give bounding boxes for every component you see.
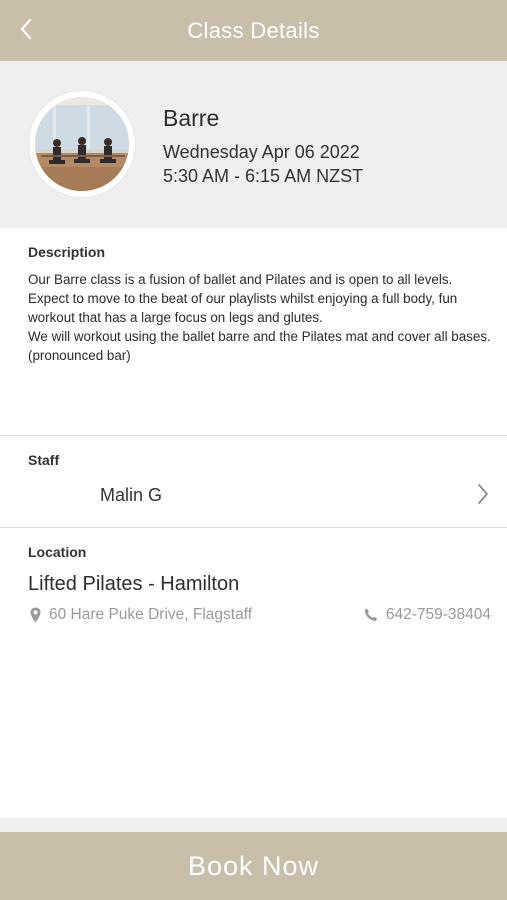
app-header: Class Details [0, 0, 507, 61]
location-address[interactable]: 60 Hare Puke Drive, Flagstaff [30, 606, 252, 624]
staff-row[interactable]: Malin G [0, 474, 507, 520]
map-pin-icon [30, 607, 41, 623]
chevron-left-icon [20, 18, 32, 40]
phone-text: 642-759-38404 [385, 606, 491, 623]
description-text: Our Barre class is a fusion of ballet an… [28, 272, 491, 363]
chevron-right-icon [478, 484, 488, 504]
description-label: Description [28, 244, 106, 260]
staff-name: Malin G [100, 485, 163, 505]
class-summary: Barre Wednesday Apr 06 2022 5:30 AM - 6:… [0, 61, 507, 228]
class-name: Barre [163, 105, 220, 131]
phone-icon [364, 608, 377, 621]
class-time: 5:30 AM - 6:15 AM NZST [163, 166, 364, 186]
address-text: 60 Hare Puke Drive, Flagstaff [49, 606, 253, 623]
staff-label: Staff [28, 452, 60, 468]
location-phone[interactable]: 642-759-38404 [364, 606, 491, 624]
book-now-button[interactable]: Book Now [0, 832, 507, 900]
footer-spacer [0, 818, 507, 832]
page-title: Class Details [187, 17, 320, 43]
class-date: Wednesday Apr 06 2022 [163, 142, 360, 162]
class-photo [29, 91, 135, 197]
divider [0, 527, 507, 528]
location-label: Location [28, 544, 87, 560]
back-button[interactable] [14, 14, 38, 44]
divider [0, 435, 507, 436]
location-name: Lifted Pilates - Hamilton [28, 573, 240, 595]
class-photo-image [35, 97, 129, 191]
